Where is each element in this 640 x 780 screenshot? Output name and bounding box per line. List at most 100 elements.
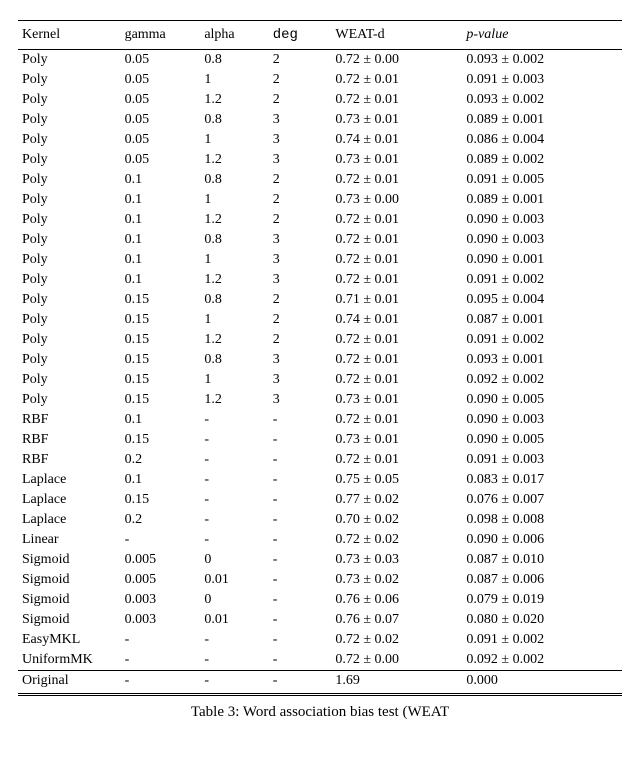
cell: Poly bbox=[18, 310, 121, 330]
cell: 0.1 bbox=[121, 470, 201, 490]
cell: 0.15 bbox=[121, 310, 201, 330]
cell: 3 bbox=[269, 110, 332, 130]
cell: 0.087 ± 0.006 bbox=[462, 570, 622, 590]
cell: 0.091 ± 0.003 bbox=[462, 450, 622, 470]
cell: - bbox=[200, 650, 268, 671]
cell: 1 bbox=[200, 190, 268, 210]
cell: 0.72 ± 0.01 bbox=[331, 230, 462, 250]
cell: 3 bbox=[269, 250, 332, 270]
cell: - bbox=[269, 490, 332, 510]
table-row: Laplace0.1--0.75 ± 0.050.083 ± 0.017 bbox=[18, 470, 622, 490]
cell: 1 bbox=[200, 310, 268, 330]
table-row: Poly0.11.230.72 ± 0.010.091 ± 0.002 bbox=[18, 270, 622, 290]
cell: 0.05 bbox=[121, 50, 201, 71]
cell: 3 bbox=[269, 390, 332, 410]
cell: 2 bbox=[269, 170, 332, 190]
cell: 0.090 ± 0.003 bbox=[462, 410, 622, 430]
cell: 0.74 ± 0.01 bbox=[331, 310, 462, 330]
cell: 0.1 bbox=[121, 170, 201, 190]
cell: 0.2 bbox=[121, 450, 201, 470]
table-row: Sigmoid0.0050.01-0.73 ± 0.020.087 ± 0.00… bbox=[18, 570, 622, 590]
table-row: Poly0.150.820.71 ± 0.010.095 ± 0.004 bbox=[18, 290, 622, 310]
cell: 3 bbox=[269, 270, 332, 290]
table-row: Poly0.15130.72 ± 0.010.092 ± 0.002 bbox=[18, 370, 622, 390]
table-row: Poly0.05120.72 ± 0.010.091 ± 0.003 bbox=[18, 70, 622, 90]
cell: 2 bbox=[269, 70, 332, 90]
cell: 2 bbox=[269, 290, 332, 310]
cell: 2 bbox=[269, 310, 332, 330]
table-row: Poly0.15120.74 ± 0.010.087 ± 0.001 bbox=[18, 310, 622, 330]
cell: 0.72 ± 0.01 bbox=[331, 410, 462, 430]
cell: 0.095 ± 0.004 bbox=[462, 290, 622, 310]
cell: 1.2 bbox=[200, 210, 268, 230]
cell: 2 bbox=[269, 210, 332, 230]
table-row: Poly0.050.830.73 ± 0.010.089 ± 0.001 bbox=[18, 110, 622, 130]
cell: 0.8 bbox=[200, 350, 268, 370]
cell: 0.72 ± 0.01 bbox=[331, 70, 462, 90]
cell: 0.15 bbox=[121, 370, 201, 390]
col-pvalue: p-value bbox=[462, 21, 622, 50]
cell: 0.73 ± 0.02 bbox=[331, 570, 462, 590]
col-weat-d: WEAT-d bbox=[331, 21, 462, 50]
cell: Poly bbox=[18, 150, 121, 170]
cell: Poly bbox=[18, 330, 121, 350]
table-row: Poly0.151.230.73 ± 0.010.090 ± 0.005 bbox=[18, 390, 622, 410]
cell: 0.1 bbox=[121, 410, 201, 430]
cell: Poly bbox=[18, 110, 121, 130]
cell: Poly bbox=[18, 130, 121, 150]
cell: - bbox=[200, 430, 268, 450]
cell: 0.003 bbox=[121, 590, 201, 610]
cell: 0.15 bbox=[121, 430, 201, 450]
cell: - bbox=[269, 630, 332, 650]
table-row: Poly0.051.220.72 ± 0.010.093 ± 0.002 bbox=[18, 90, 622, 110]
cell: 0.090 ± 0.001 bbox=[462, 250, 622, 270]
cell: 0.090 ± 0.006 bbox=[462, 530, 622, 550]
cell: 0.05 bbox=[121, 150, 201, 170]
table-row: Poly0.05130.74 ± 0.010.086 ± 0.004 bbox=[18, 130, 622, 150]
cell: 1 bbox=[200, 250, 268, 270]
cell: 0.72 ± 0.01 bbox=[331, 350, 462, 370]
cell: 0.091 ± 0.003 bbox=[462, 70, 622, 90]
table-row: RBF0.2--0.72 ± 0.010.091 ± 0.003 bbox=[18, 450, 622, 470]
table-row: Poly0.051.230.73 ± 0.010.089 ± 0.002 bbox=[18, 150, 622, 170]
cell: Linear bbox=[18, 530, 121, 550]
cell: 0.01 bbox=[200, 570, 268, 590]
cell: 0.1 bbox=[121, 270, 201, 290]
cell: 1 bbox=[200, 370, 268, 390]
cell: - bbox=[121, 530, 201, 550]
cell: - bbox=[121, 650, 201, 671]
cell: 0.8 bbox=[200, 290, 268, 310]
cell: 0.1 bbox=[121, 210, 201, 230]
cell: Original bbox=[18, 671, 121, 695]
cell: 0.01 bbox=[200, 610, 268, 630]
cell: 0.091 ± 0.002 bbox=[462, 330, 622, 350]
cell: - bbox=[269, 510, 332, 530]
cell: 0.086 ± 0.004 bbox=[462, 130, 622, 150]
cell: 0.8 bbox=[200, 230, 268, 250]
cell: 0.090 ± 0.005 bbox=[462, 430, 622, 450]
cell: 1.2 bbox=[200, 390, 268, 410]
cell: 0.76 ± 0.07 bbox=[331, 610, 462, 630]
cell: 0.15 bbox=[121, 390, 201, 410]
cell: 0.72 ± 0.01 bbox=[331, 370, 462, 390]
cell: 1.2 bbox=[200, 330, 268, 350]
table-row: Poly0.10.820.72 ± 0.010.091 ± 0.005 bbox=[18, 170, 622, 190]
cell: 0.73 ± 0.01 bbox=[331, 150, 462, 170]
cell: 0.05 bbox=[121, 130, 201, 150]
table-row: Poly0.10.830.72 ± 0.010.090 ± 0.003 bbox=[18, 230, 622, 250]
cell: 0.089 ± 0.001 bbox=[462, 110, 622, 130]
col-kernel: Kernel bbox=[18, 21, 121, 50]
cell: 0.72 ± 0.01 bbox=[331, 170, 462, 190]
cell: 0.73 ± 0.00 bbox=[331, 190, 462, 210]
cell: 1 bbox=[200, 70, 268, 90]
cell: 0.005 bbox=[121, 570, 201, 590]
cell: Laplace bbox=[18, 470, 121, 490]
cell: 1.69 bbox=[331, 671, 462, 695]
cell: 2 bbox=[269, 330, 332, 350]
cell: 0.1 bbox=[121, 190, 201, 210]
cell: Sigmoid bbox=[18, 570, 121, 590]
cell: 0.1 bbox=[121, 250, 201, 270]
cell: 0.098 ± 0.008 bbox=[462, 510, 622, 530]
cell: - bbox=[269, 530, 332, 550]
cell: - bbox=[269, 570, 332, 590]
